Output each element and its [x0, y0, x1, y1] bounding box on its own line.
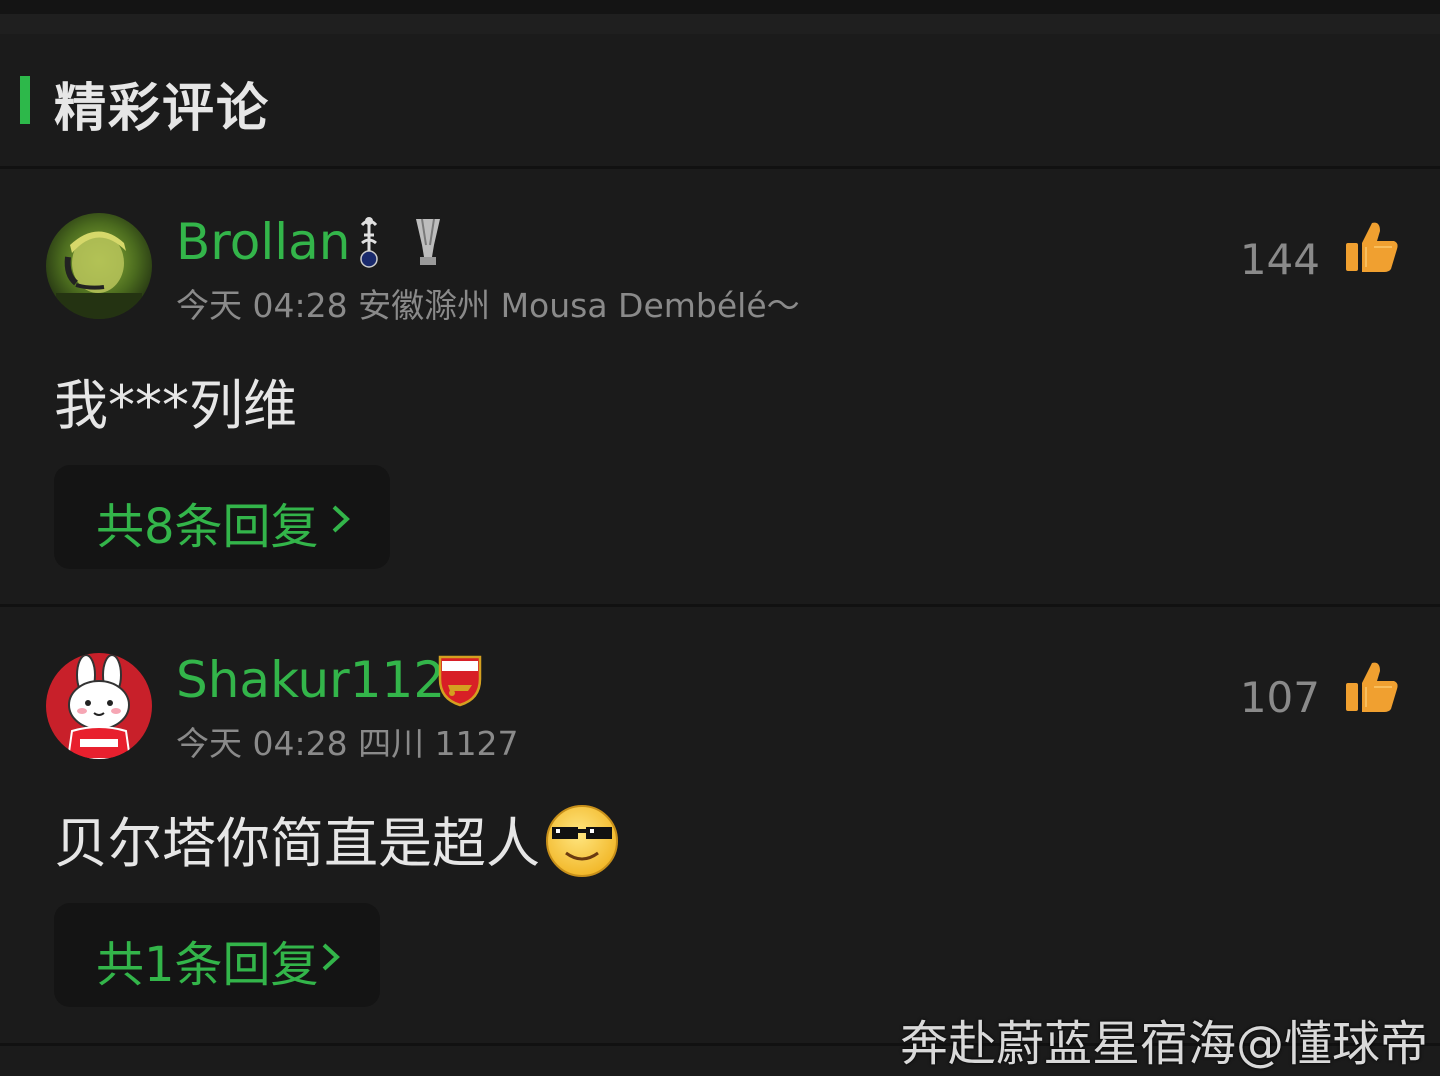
top-bar [0, 0, 1440, 14]
username[interactable]: Shakur1127 [176, 651, 477, 709]
like-count: 107 [1239, 673, 1320, 722]
view-replies-button[interactable]: 共1条回复 [54, 903, 380, 1007]
username[interactable]: Brollan [176, 213, 350, 271]
arsenal-crest-icon [438, 655, 482, 711]
avatar[interactable] [46, 213, 152, 319]
section-accent-bar [20, 76, 30, 124]
comment-meta: 今天 04:28 四川 1127 [176, 724, 519, 763]
thumbs-up-icon[interactable] [1344, 219, 1400, 275]
comment-text: 我***列维 [54, 374, 297, 437]
section-header: 精彩评论 [0, 34, 1440, 166]
chevron-right-icon [332, 505, 350, 533]
comment-meta: 今天 04:28 安徽滁州 Mousa Dembélé～ [176, 286, 800, 325]
section-title: 精彩评论 [54, 79, 271, 139]
reply-count-label: 共8条回复 [96, 499, 319, 555]
europa-trophy-icon [412, 215, 444, 273]
watermark: 奔赴蔚蓝星宿海@懂球帝 [899, 1016, 1428, 1072]
reply-count-label: 共1条回复 [96, 937, 319, 993]
comment-text: 贝尔塔你简直是超人 [54, 799, 620, 892]
thumbs-up-icon[interactable] [1344, 659, 1400, 715]
top-gap [0, 14, 1440, 34]
avatar[interactable] [46, 653, 152, 759]
comment-item: Brollan 今天 04:28 安徽滁州 Mousa Dembélé～ 144… [0, 169, 1440, 604]
comment-text-content: 贝尔塔你简直是超人 [54, 812, 540, 875]
chevron-right-icon [322, 943, 340, 971]
comment-item: Shakur1127 今天 04:28 四川 1127 107 贝尔塔你简直是超… [0, 607, 1440, 1043]
view-replies-button[interactable]: 共8条回复 [54, 465, 390, 569]
like-count: 144 [1239, 235, 1320, 284]
tottenham-crest-icon [352, 215, 386, 273]
cool-sunglasses-emoji-icon [544, 803, 620, 892]
